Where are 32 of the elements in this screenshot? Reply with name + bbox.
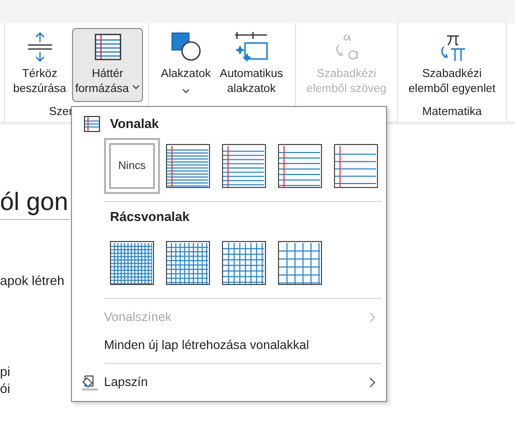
ribbon-button[interactable]: Automatikus alakzatok — [216, 28, 286, 102]
grid-option[interactable] — [278, 241, 322, 285]
note-text: pi — [0, 363, 10, 380]
caret-icon — [132, 84, 140, 90]
ribbon-button[interactable]: Térköz beszúrása — [10, 28, 70, 102]
ribbon-button[interactable]: Szabadkézi elemből egyenlet — [406, 28, 498, 102]
submenu-item[interactable]: Lapszín — [72, 368, 386, 396]
no-lines-option[interactable]: Nincs — [104, 138, 160, 194]
section-header: Vonalak — [110, 115, 159, 134]
note-text: ói — [0, 380, 10, 397]
shapes-icon — [168, 31, 203, 63]
group-label: Szer — [49, 106, 73, 118]
page-title: ól gon — [0, 187, 70, 220]
chevron-right-icon — [369, 376, 376, 388]
grid-option[interactable] — [110, 241, 154, 285]
paint-bucket-icon — [81, 373, 99, 391]
note-text: apok létreh — [0, 272, 64, 289]
ruled-lines-option[interactable] — [222, 144, 266, 188]
menu-item[interactable]: Minden új lap létrehozása vonalakkal — [72, 331, 386, 359]
grid-option[interactable] — [222, 241, 266, 285]
shapes-button[interactable]: Alakzatok — [158, 28, 214, 102]
grid-option[interactable] — [166, 241, 210, 285]
ruled-lines-option[interactable] — [278, 144, 322, 188]
section-header: Rácsvonalak — [110, 208, 190, 226]
group-label: Matematika — [422, 106, 482, 118]
ruled-lines-option[interactable] — [334, 144, 378, 188]
chevron-right-icon — [369, 312, 376, 322]
autoshapes-icon — [233, 31, 270, 63]
background-button[interactable]: Háttér formázása — [72, 28, 143, 102]
ruled-lines-option[interactable] — [166, 144, 210, 188]
caret-icon — [182, 88, 190, 94]
ruled-page-icon — [84, 116, 100, 132]
